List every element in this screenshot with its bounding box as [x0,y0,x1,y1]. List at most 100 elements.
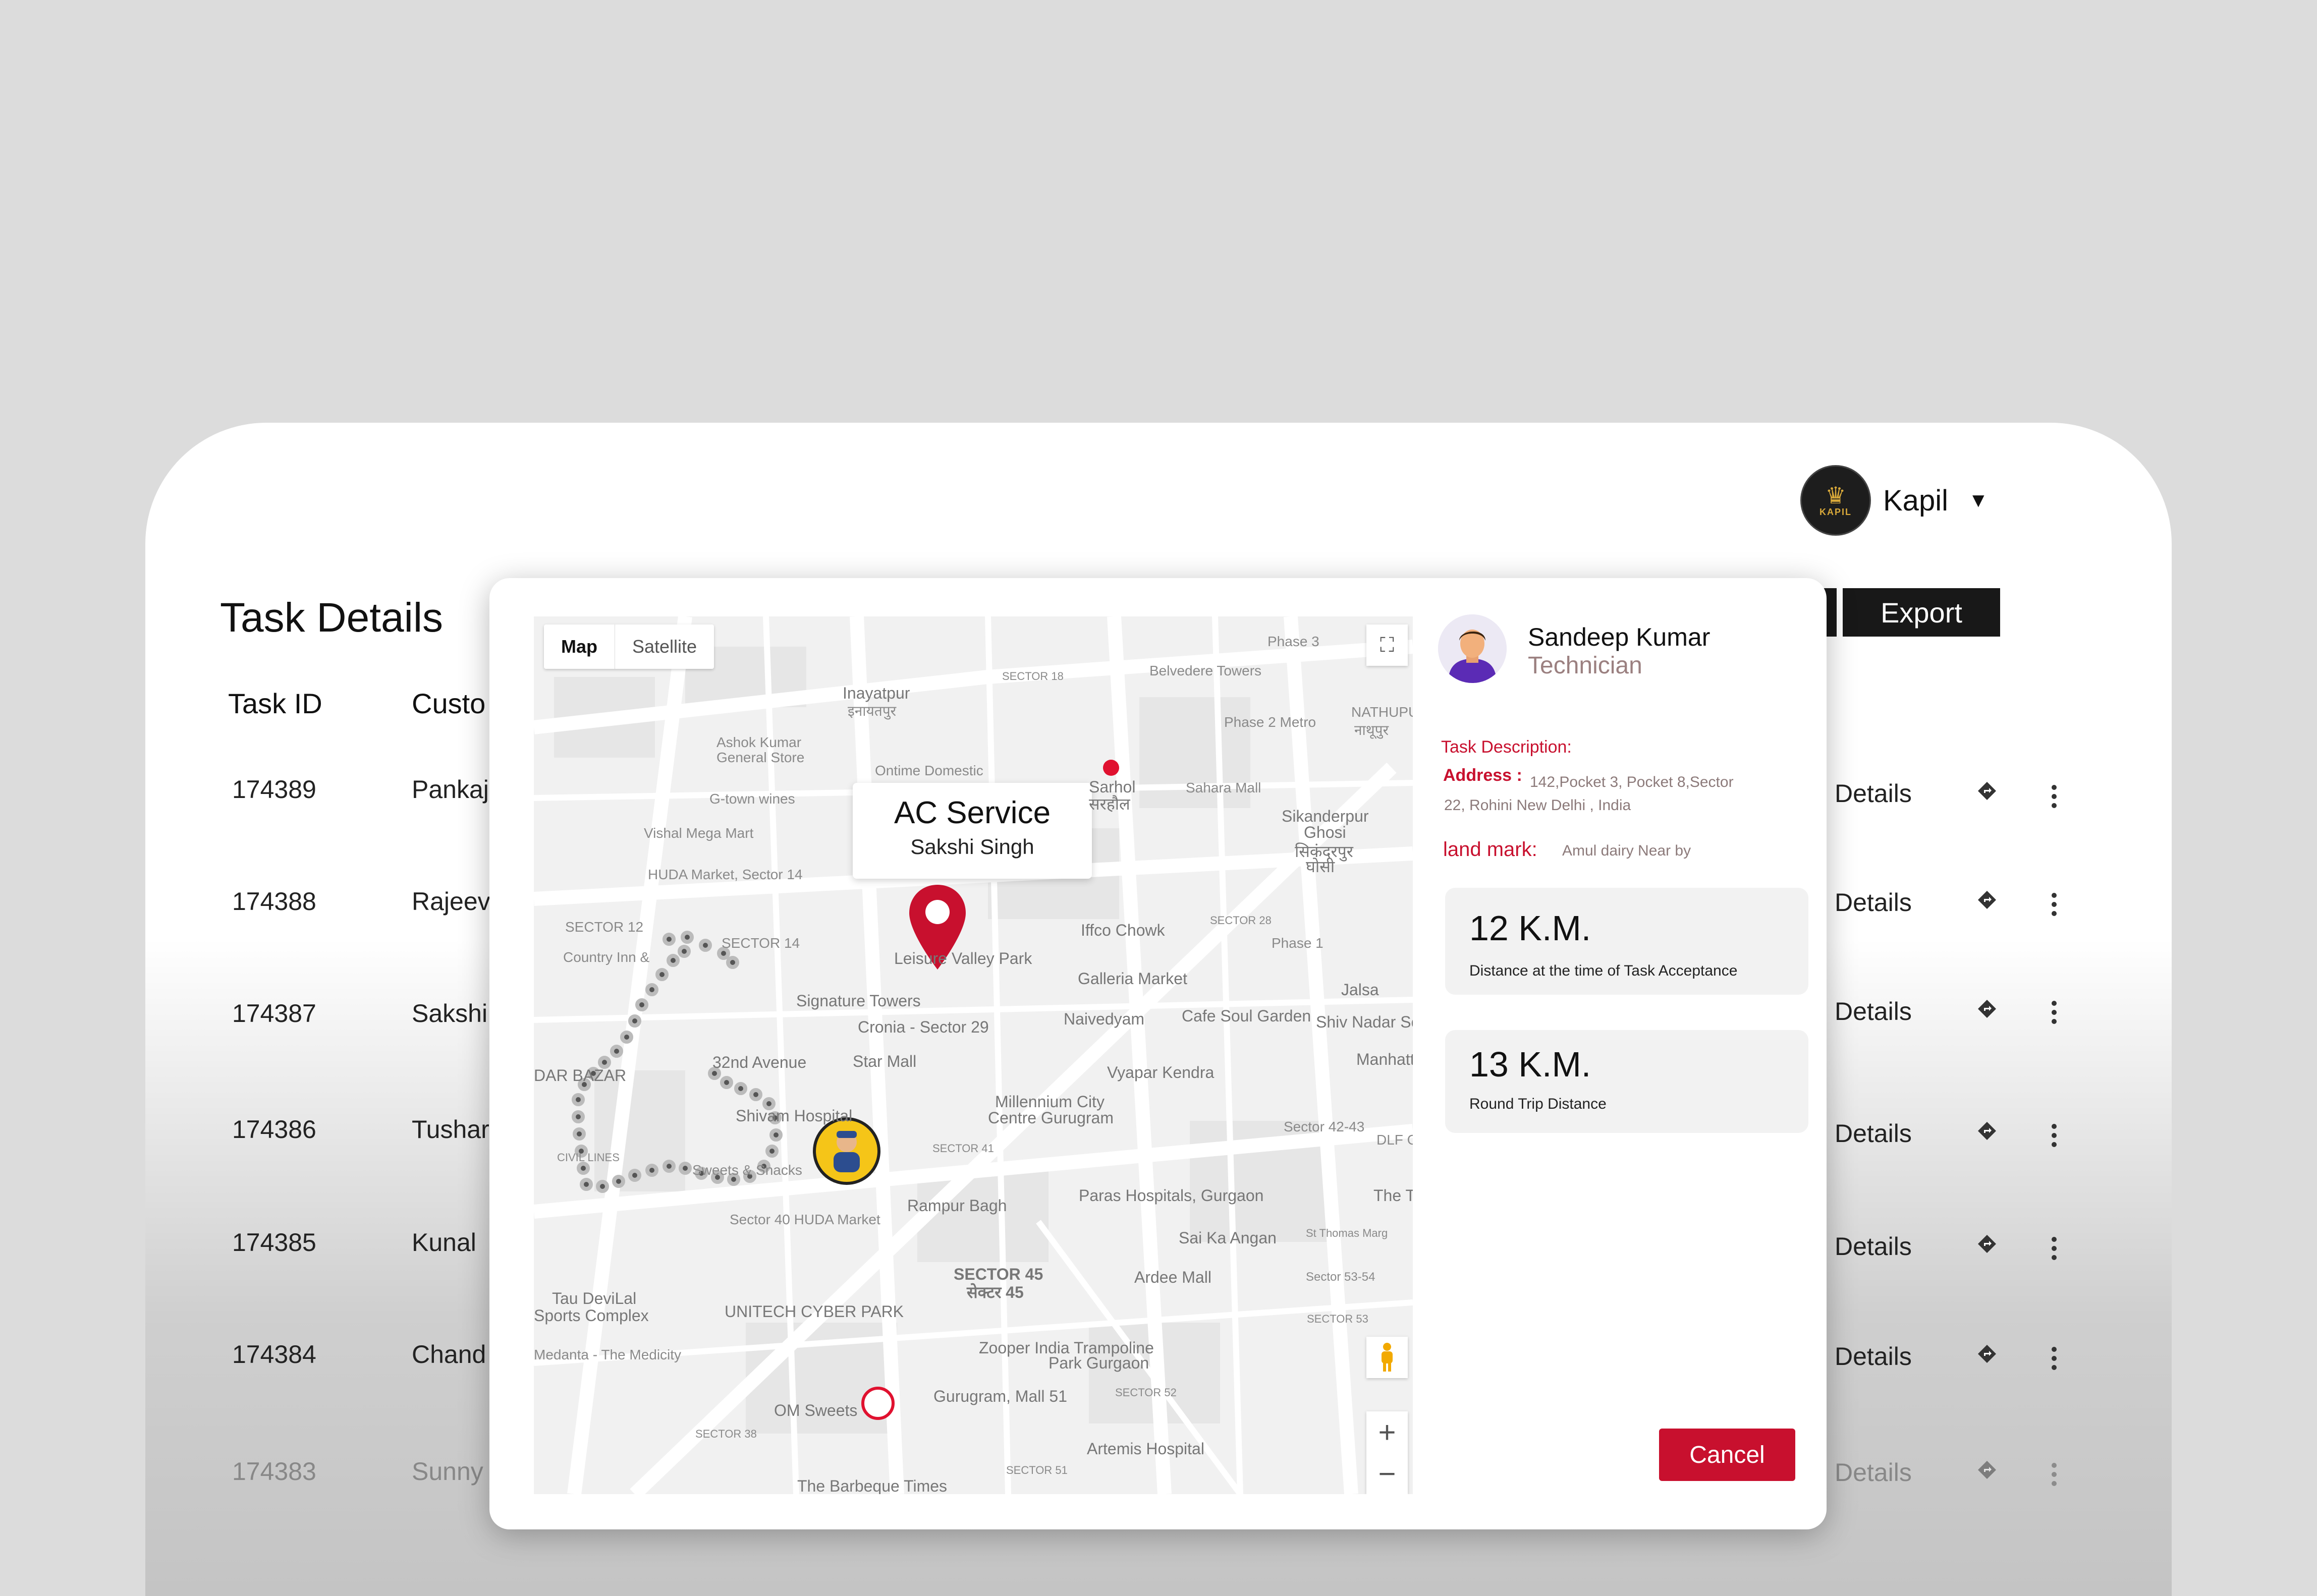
map-label: SECTOR 53 [1307,1313,1368,1325]
landmark-value: Amul dairy Near by [1562,842,1691,859]
map-label: घोसी [1306,858,1335,876]
map-label: Shiv Nadar Sch [1316,1013,1413,1031]
map-label: Belvedere Towers [1149,663,1262,678]
more-options-icon[interactable] [2052,1001,2058,1028]
map-label: Shivam Hospital [736,1107,853,1125]
map-label: Ontime Domestic [875,763,983,778]
map-label: Tau DeviLal [552,1289,637,1307]
map-label: SECTOR 18 [1002,670,1064,682]
map-info-window[interactable]: AC Service Sakshi Singh [853,783,1092,879]
view-details-link[interactable]: Details [1835,1342,1912,1371]
export-button[interactable]: Export [1843,588,2000,637]
map-type-control[interactable]: Map Satellite [544,624,714,669]
directions-icon[interactable] [1977,1344,1997,1364]
map-label: Park Gurgaon [1049,1354,1149,1372]
customer-cell: Tushar [412,1115,489,1144]
task-id-cell: 174384 [232,1340,316,1369]
map-label: SECTOR 14 [722,935,800,951]
map-label: OM Sweets [774,1401,858,1419]
task-id-cell: 174385 [232,1228,316,1257]
directions-icon[interactable] [1977,890,1997,910]
task-id-cell: 174387 [232,999,316,1028]
map-label: Centre Gurugram [988,1109,1114,1127]
distance-acceptance-card: 12 K.M. Distance at the time of Task Acc… [1445,888,1808,995]
map-label: Ardee Mall [1134,1268,1211,1286]
map-label: Ghosi [1304,823,1346,841]
map-label: Manhattan & Brewery [1356,1050,1413,1068]
directions-icon[interactable] [1977,781,1997,801]
more-options-icon[interactable] [2052,785,2058,812]
cancel-button[interactable]: Cancel [1659,1429,1795,1481]
round-trip-label: Round Trip Distance [1469,1096,1607,1112]
directions-icon[interactable] [1977,1234,1997,1254]
address-label: Address : [1443,766,1522,785]
map-label: NATHUPUR [1351,704,1413,720]
more-options-icon[interactable] [2052,1124,2058,1151]
view-details-link[interactable]: Details [1835,1458,1912,1487]
fullscreen-icon[interactable]: ⛶ [1366,624,1408,666]
map-label: Sports Complex [534,1306,649,1325]
more-options-icon[interactable] [2052,1237,2058,1264]
task-tracking-modal: AC Service Sakshi Singh Inayatpur इनायतप… [489,578,1827,1529]
user-menu[interactable]: ♛ KAPIL Kapil ▼ [1800,465,1989,536]
map-label: सरहौल [1089,795,1130,813]
map-label: इनायतपुर [848,703,897,719]
view-details-link[interactable]: Details [1835,997,1912,1026]
street-view-icon[interactable] [1366,1337,1408,1378]
technician-role: Technician [1528,652,1642,679]
view-details-link[interactable]: Details [1835,779,1912,808]
map-label: नाथूपुर [1354,722,1389,738]
task-id-cell: 174383 [232,1457,316,1486]
map-label: Star Mall [853,1052,917,1070]
more-options-icon[interactable] [2052,1463,2058,1490]
map-label: Cronia - Sector 29 [858,1018,989,1036]
directions-icon[interactable] [1977,1460,1997,1480]
address-value: 142,Pocket 3, Pocket 8,Sector [1530,774,1734,790]
map-label: CIVIL LINES [557,1151,620,1164]
map-label: Jalsa [1341,981,1379,999]
zoom-out-button[interactable]: − [1366,1453,1408,1494]
map-label: Gurugram, Mall 51 [933,1387,1067,1405]
column-header-task-id: Task ID [228,688,322,719]
map-label: Artemis Hospital [1087,1440,1204,1458]
view-details-link[interactable]: Details [1835,888,1912,917]
chevron-down-icon[interactable]: ▼ [1968,489,1989,512]
map-label: Sector 53-54 [1306,1270,1375,1284]
map-label: Leisure Valley Park [894,949,1032,967]
map-label: Vyapar Kendra [1107,1063,1215,1081]
map-label: SECTOR 28 [1210,914,1272,927]
map-label: 32nd Avenue [712,1053,807,1071]
map-label: Sweets & Snacks [692,1162,802,1178]
round-trip-card: 13 K.M. Round Trip Distance [1445,1030,1808,1133]
map-label: Ashok Kumar [716,734,802,750]
map-label: Inayatpur [843,684,910,702]
map-label: Paras Hospitals, Gurgaon [1079,1186,1264,1205]
customer-cell: Chand [412,1340,486,1369]
directions-icon[interactable] [1977,1121,1997,1141]
map-type-map-button[interactable]: Map [544,624,615,669]
view-details-link[interactable]: Details [1835,1119,1912,1148]
zoom-in-button[interactable]: + [1366,1411,1408,1453]
landmark-label: land mark: [1443,838,1537,861]
round-trip-value: 13 K.M. [1469,1045,1591,1084]
user-name[interactable]: Kapil [1883,484,1948,518]
more-options-icon[interactable] [2052,893,2058,920]
map-label: Sector 40 HUDA Market [730,1212,880,1227]
map-label: Iffco Chowk [1081,921,1165,939]
more-options-icon[interactable] [2052,1347,2058,1374]
map-label: Phase 1 [1272,935,1323,951]
customer-cell: Rajeev [412,887,490,916]
customer-cell: Sakshi [412,999,488,1028]
map-view[interactable]: AC Service Sakshi Singh Inayatpur इनायतप… [534,616,1413,1494]
view-details-link[interactable]: Details [1835,1232,1912,1261]
zoom-control[interactable]: + − [1366,1411,1408,1494]
distance-acceptance-label: Distance at the time of Task Acceptance [1469,962,1738,979]
map-label: General Store [716,750,805,765]
user-avatar[interactable]: ♛ KAPIL [1800,465,1871,536]
task-id-cell: 174388 [232,887,316,916]
map-type-satellite-button[interactable]: Satellite [615,624,714,669]
map-label: UNITECH CYBER PARK [725,1302,904,1321]
technician-location-marker[interactable] [811,1116,882,1186]
map-label: DLF G [1376,1132,1413,1148]
directions-icon[interactable] [1977,999,1997,1019]
